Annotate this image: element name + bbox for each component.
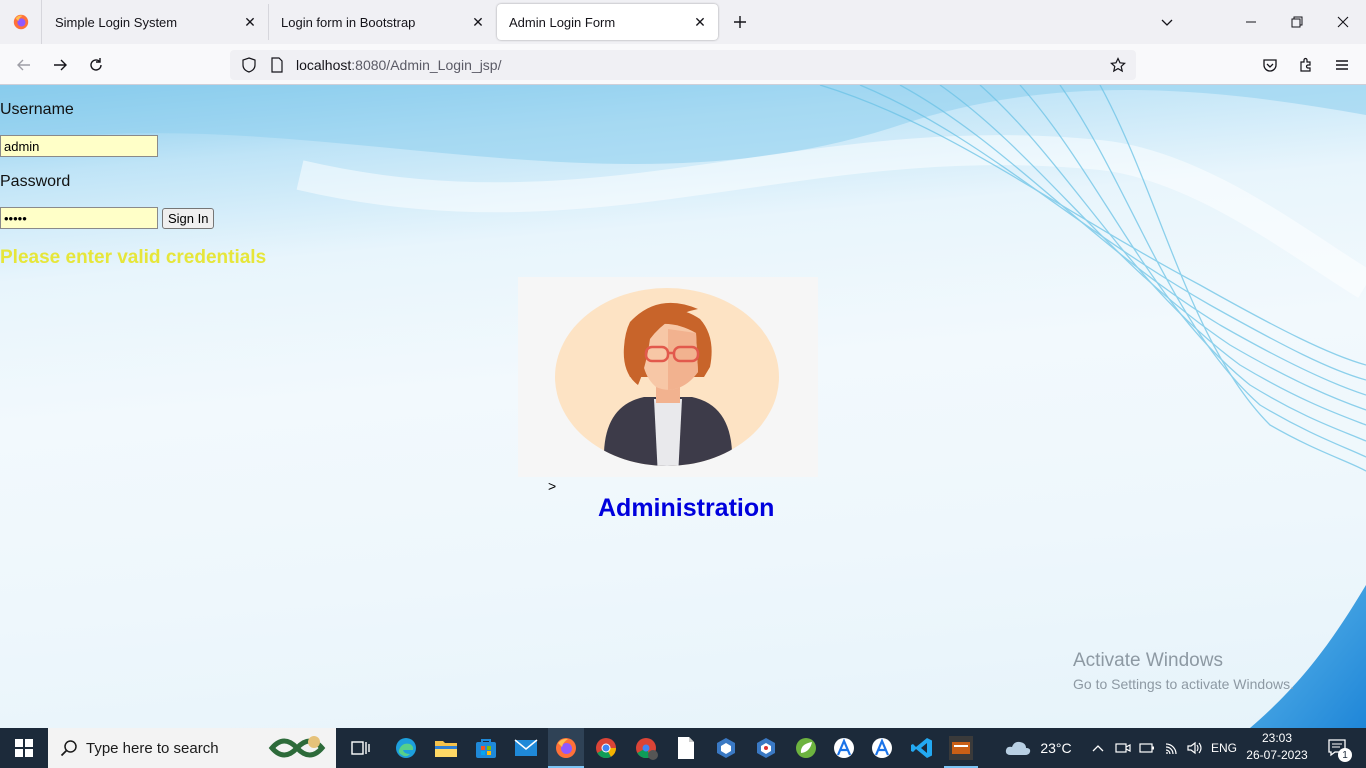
app-a-2-taskbar-icon[interactable] [864,728,900,768]
wifi-icon[interactable] [1160,728,1184,768]
pocket-icon [1263,59,1277,72]
password-label: Password [0,173,71,190]
tab-title: Admin Login Form [509,14,616,30]
close-icon[interactable]: ✕ [466,10,490,34]
notification-count-badge: 1 [1338,748,1352,762]
minimize-button[interactable] [1228,0,1274,44]
meet-now-icon[interactable] [1112,728,1134,768]
firefox-taskbar-icon[interactable] [548,728,584,768]
shield-icon[interactable] [234,57,264,73]
stray-character: > [548,478,557,494]
watermark-title: Activate Windows [1073,650,1223,671]
start-button[interactable] [0,728,48,768]
restore-icon [1291,16,1303,28]
app-a-taskbar-icon[interactable] [826,728,862,768]
reload-icon [90,58,102,71]
task-view-icon [351,741,370,755]
bookmark-star-icon[interactable] [1106,53,1130,77]
battery-icon[interactable] [1136,728,1158,768]
weather-temperature: 23°C [1040,740,1072,756]
address-bar[interactable]: localhost:8080/Admin_Login_jsp/ [230,50,1136,80]
search-icon [60,740,77,757]
chevron-up-icon [1092,745,1104,752]
avatar-illustration [555,288,779,466]
puzzle-icon [1300,57,1311,72]
chrome-taskbar-icon[interactable] [588,728,624,768]
taskbar: Type here to search 23°C ENG 23:03 26-07… [0,728,1366,768]
menu-button[interactable] [1327,50,1357,80]
input-language-indicator[interactable]: ENG [1208,728,1240,768]
file-explorer-taskbar-icon[interactable] [428,728,464,768]
forward-button[interactable] [45,50,75,80]
url-text[interactable]: localhost:8080/Admin_Login_jsp/ [296,57,502,73]
vscode-taskbar-icon[interactable] [904,728,940,768]
username-label: Username [0,101,74,118]
edge-taskbar-icon[interactable] [388,728,424,768]
arrow-right-icon [54,59,67,71]
windows-logo-icon [15,739,33,757]
search-placeholder: Type here to search [86,739,219,757]
chrome-profile-taskbar-icon[interactable] [628,728,664,768]
back-button[interactable] [9,50,39,80]
tab-simple-login[interactable]: Simple Login System ✕ [43,4,268,40]
url-path: :8080/Admin_Login_jsp/ [351,57,502,73]
list-all-tabs-button[interactable] [1155,10,1179,34]
tab-title: Login form in Bootstrap [281,14,416,30]
close-icon[interactable]: ✕ [688,10,712,34]
clock-date: 26-07-2023 [1246,748,1308,762]
page-content: Username Password Sign In Please enter v… [0,85,1366,728]
arrow-left-icon [17,59,30,71]
weather-widget[interactable]: 23°C [1000,728,1076,768]
hamburger-menu-icon [1336,60,1348,70]
sign-in-button[interactable]: Sign In [162,208,215,229]
clock-time: 23:03 [1261,731,1293,745]
close-window-button[interactable] [1320,0,1366,44]
spring-tool-taskbar-icon[interactable] [788,728,824,768]
notification-center-button[interactable]: 1 [1318,728,1358,768]
url-host: localhost [296,57,352,73]
show-hidden-icons-button[interactable] [1088,728,1108,768]
tab-login-bootstrap[interactable]: Login form in Bootstrap ✕ [268,4,496,40]
store-taskbar-icon[interactable] [468,728,504,768]
firefox-icon[interactable] [0,0,42,44]
page-title: Administration [598,494,775,522]
search-highlight-icon [268,736,326,758]
windows-activation-watermark: Activate Windows Go to Settings to activ… [1073,650,1294,692]
username-input[interactable] [0,135,158,157]
language-label: ENG [1210,741,1237,755]
watermark-subtitle: Go to Settings to activate Windows. [1073,676,1294,692]
volume-icon[interactable] [1184,728,1206,768]
close-icon [1337,16,1349,28]
taskbar-clock[interactable]: 23:03 26-07-2023 [1244,730,1310,764]
taskbar-search-box[interactable]: Type here to search [48,728,336,768]
jdk-ide-taskbar-icon[interactable] [942,728,980,768]
close-icon[interactable]: ✕ [238,10,262,34]
task-view-button[interactable] [344,728,378,768]
tab-strip: Simple Login System ✕ Login form in Boot… [0,0,1366,44]
virtualbox-2-taskbar-icon[interactable] [748,728,784,768]
mail-taskbar-icon[interactable] [508,728,544,768]
notepad-taskbar-icon[interactable] [668,728,704,768]
tab-admin-login[interactable]: Admin Login Form ✕ [497,4,718,40]
admin-avatar-image [518,277,818,477]
plus-icon [734,16,746,28]
error-message: Please enter valid credentials [0,247,267,268]
pocket-button[interactable] [1255,50,1285,80]
reload-button[interactable] [81,50,111,80]
chevron-down-icon [1161,19,1173,26]
virtualbox-taskbar-icon[interactable] [708,728,744,768]
tab-title: Simple Login System [55,14,178,30]
restore-button[interactable] [1274,0,1320,44]
password-input[interactable] [0,207,158,229]
page-icon[interactable] [264,57,290,73]
cloud-icon [1006,741,1031,755]
new-tab-button[interactable] [726,8,754,36]
extensions-button[interactable] [1291,50,1321,80]
minimize-icon [1246,21,1256,23]
